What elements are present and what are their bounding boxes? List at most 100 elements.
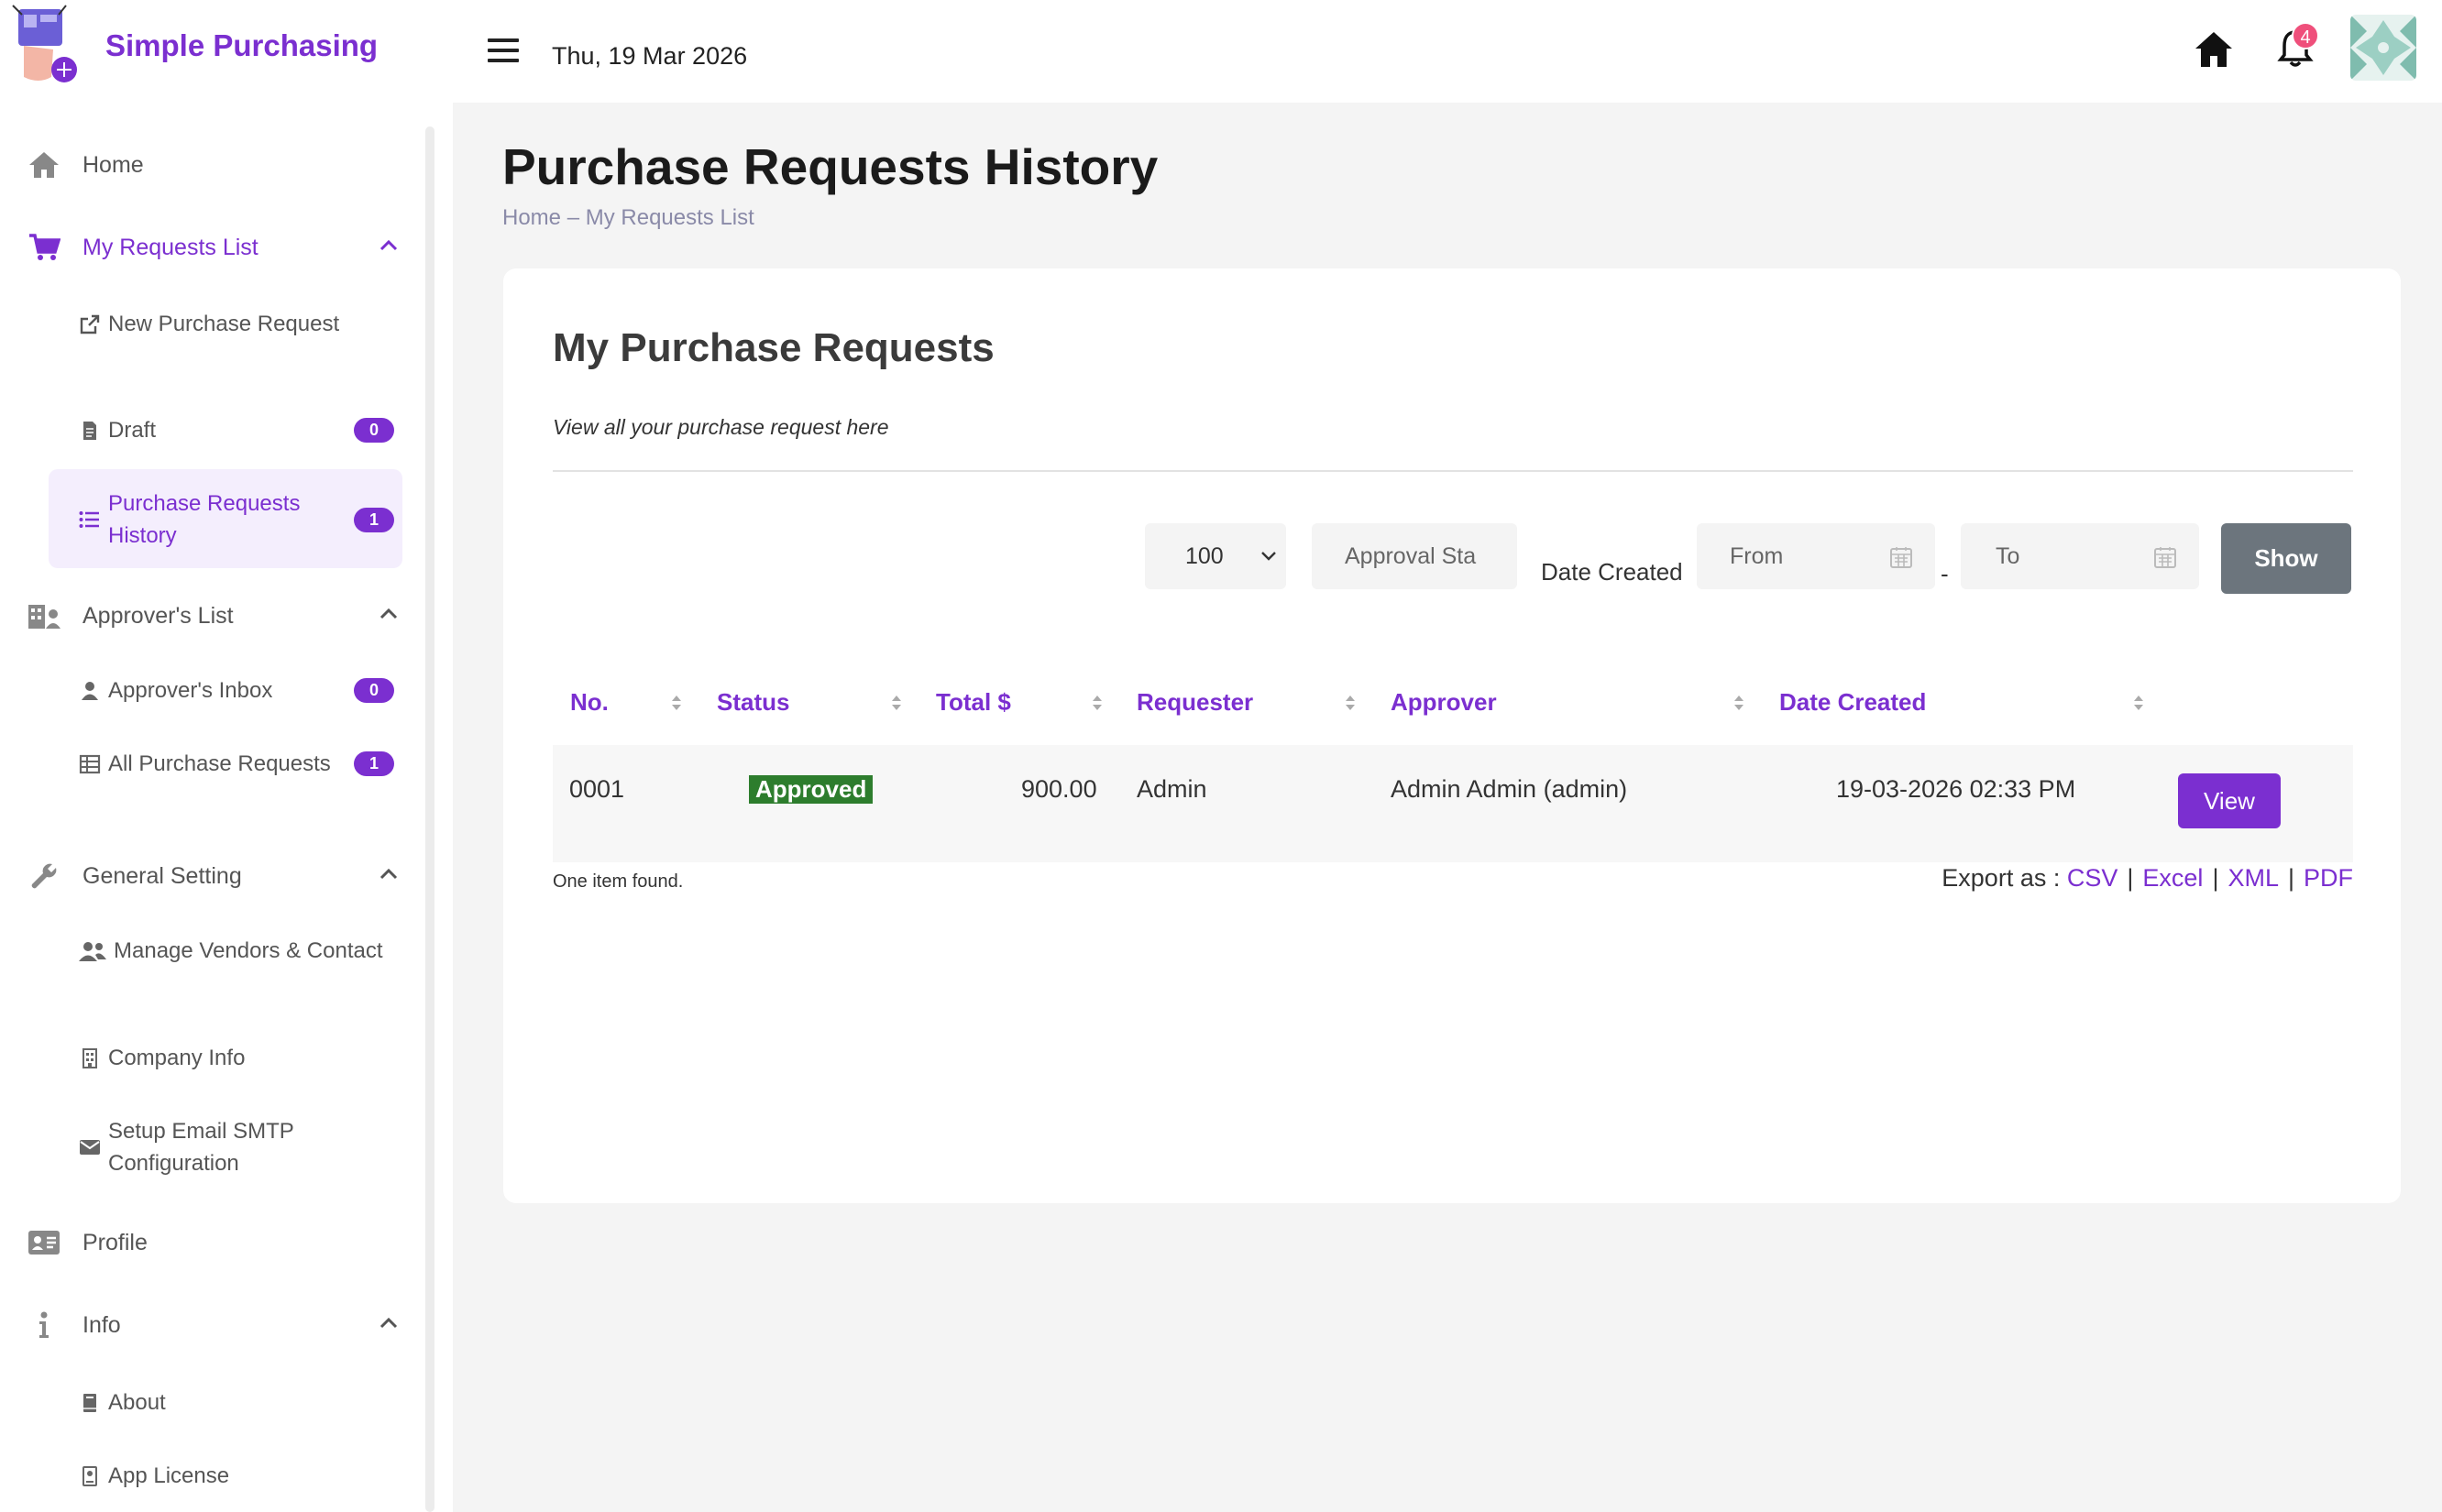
- table-icon: [77, 754, 103, 774]
- sidebar-item-about[interactable]: About: [77, 1386, 394, 1419]
- date-from-input[interactable]: From: [1697, 523, 1935, 589]
- sidebar-item-app-license[interactable]: App License: [77, 1460, 394, 1492]
- view-button[interactable]: View: [2178, 773, 2281, 828]
- breadcrumb-current-link[interactable]: My Requests List: [586, 205, 754, 230]
- sidebar-item-label: All Purchase Requests: [108, 751, 331, 776]
- external-link-icon: [77, 313, 103, 335]
- sidebar-item-approvers-inbox[interactable]: Approver's Inbox 0: [77, 674, 394, 707]
- export-xml-link[interactable]: XML: [2228, 864, 2279, 892]
- sidebar-item-my-requests[interactable]: My Requests List: [26, 222, 407, 273]
- table-row: [553, 745, 2353, 862]
- column-header-status[interactable]: Status: [717, 688, 789, 717]
- count-badge: 1: [354, 751, 394, 776]
- sidebar-item-all-purchase-requests[interactable]: All Purchase Requests 1: [77, 748, 394, 780]
- date-to-input[interactable]: To: [1961, 523, 2199, 589]
- sidebar-item-approvers-list[interactable]: Approver's List: [26, 590, 407, 641]
- results-summary: One item found.: [553, 871, 684, 892]
- column-header-no[interactable]: No.: [570, 688, 609, 717]
- sort-icon[interactable]: [1343, 692, 1358, 714]
- app-logo[interactable]: [11, 4, 84, 86]
- chevron-up-icon[interactable]: [378, 603, 400, 625]
- sidebar-scrollbar[interactable]: [425, 126, 434, 1512]
- sidebar-item-email-smtp[interactable]: Setup Email SMTP Configuration: [77, 1115, 394, 1179]
- sort-icon[interactable]: [1732, 692, 1746, 714]
- sort-icon[interactable]: [2131, 692, 2146, 714]
- license-icon: [77, 1465, 103, 1487]
- sidebar-item-new-request[interactable]: New Purchase Request: [77, 308, 394, 340]
- sidebar-item-profile[interactable]: Profile: [26, 1217, 407, 1268]
- sidebar-item-home[interactable]: Home: [26, 139, 407, 191]
- sidebar-item-label: New Purchase Request: [108, 312, 340, 336]
- home-icon: [26, 147, 62, 183]
- count-badge: 0: [354, 418, 394, 443]
- date-range-dash: -: [1941, 560, 1949, 587]
- sort-icon[interactable]: [1090, 692, 1105, 714]
- breadcrumb-home-link[interactable]: Home: [502, 205, 561, 230]
- date-from-placeholder: From: [1730, 542, 1784, 569]
- sidebar-item-label: App License: [108, 1463, 230, 1488]
- sidebar-item-manage-vendors[interactable]: Manage Vendors & Contact: [77, 935, 394, 967]
- sidebar-item-company-info[interactable]: Company Info: [77, 1042, 394, 1074]
- calendar-icon[interactable]: [1889, 545, 1913, 569]
- export-pdf-link[interactable]: PDF: [2304, 864, 2353, 892]
- export-label: Export as :: [1942, 864, 2061, 892]
- approval-status-placeholder: Approval Sta: [1345, 542, 1477, 569]
- date-to-placeholder: To: [1996, 542, 2020, 569]
- sidebar-item-label: Company Info: [108, 1046, 246, 1070]
- menu-toggle-icon[interactable]: [488, 38, 519, 64]
- sidebar-item-label: Profile: [82, 1229, 148, 1255]
- sort-icon[interactable]: [889, 692, 904, 714]
- top-bar: Simple Purchasing Thu, 19 Mar 2026 4: [0, 0, 2442, 103]
- breadcrumb: Home – My Requests List: [502, 205, 754, 231]
- divider: [553, 470, 2353, 472]
- app-brand[interactable]: Simple Purchasing: [105, 28, 378, 63]
- chevron-up-icon[interactable]: [378, 235, 400, 257]
- card-subtitle: View all your purchase request here: [553, 415, 889, 439]
- building-icon: [77, 1047, 103, 1069]
- column-header-date-created[interactable]: Date Created: [1779, 688, 1926, 717]
- page-size-value: 100: [1185, 542, 1224, 569]
- sidebar-item-label: General Setting: [82, 862, 242, 889]
- column-header-approver[interactable]: Approver: [1391, 688, 1497, 717]
- export-links: Export as : CSV | Excel | XML | PDF: [1942, 864, 2353, 892]
- id-card-icon: [26, 1224, 62, 1261]
- file-icon: [77, 420, 103, 442]
- list-icon: [77, 509, 103, 530]
- cell-date-created: 19-03-2026 02:33 PM: [1836, 775, 2076, 803]
- sort-icon[interactable]: [669, 692, 684, 714]
- sidebar-item-label: Draft: [108, 418, 157, 443]
- count-badge: 1: [354, 507, 394, 532]
- column-header-total[interactable]: Total $: [936, 688, 1011, 717]
- column-header-requester[interactable]: Requester: [1137, 688, 1253, 717]
- sidebar-item-label: Info: [82, 1311, 121, 1338]
- sidebar-item-label: Home: [82, 151, 144, 178]
- export-excel-link[interactable]: Excel: [2142, 864, 2203, 892]
- cell-no: 0001: [569, 775, 625, 803]
- status-badge: Approved: [749, 775, 874, 804]
- date-created-label: Date Created: [1541, 558, 1683, 586]
- cell-requester: Admin: [1137, 775, 1207, 803]
- calendar-icon[interactable]: [2153, 545, 2177, 569]
- user-icon: [77, 681, 103, 701]
- page-title: Purchase Requests History: [502, 138, 1159, 195]
- export-csv-link[interactable]: CSV: [2067, 864, 2118, 892]
- card-title: My Purchase Requests: [553, 325, 995, 370]
- sidebar-item-label: Purchase Requests History: [108, 491, 301, 548]
- sidebar-item-purchase-requests-history[interactable]: Purchase Requests History 1: [77, 488, 394, 552]
- sidebar-item-draft[interactable]: Draft 0: [77, 414, 394, 446]
- approval-status-filter[interactable]: Approval Sta: [1312, 523, 1517, 589]
- sidebar-item-label: About: [108, 1390, 166, 1415]
- people-icon: [77, 940, 108, 962]
- wrench-icon: [26, 858, 62, 894]
- sidebar-item-general-setting[interactable]: General Setting: [26, 850, 407, 902]
- show-button[interactable]: Show: [2221, 523, 2351, 594]
- home-icon[interactable]: [2193, 29, 2235, 70]
- sidebar-item-info[interactable]: Info: [26, 1299, 407, 1351]
- page-size-select[interactable]: 100: [1145, 523, 1286, 589]
- user-avatar[interactable]: [2350, 15, 2416, 81]
- chevron-up-icon[interactable]: [378, 863, 400, 885]
- sidebar-item-label: Manage Vendors & Contact: [114, 938, 383, 963]
- cart-icon: [26, 229, 62, 266]
- chevron-up-icon[interactable]: [378, 1312, 400, 1334]
- notification-count-badge: 4: [2292, 22, 2319, 49]
